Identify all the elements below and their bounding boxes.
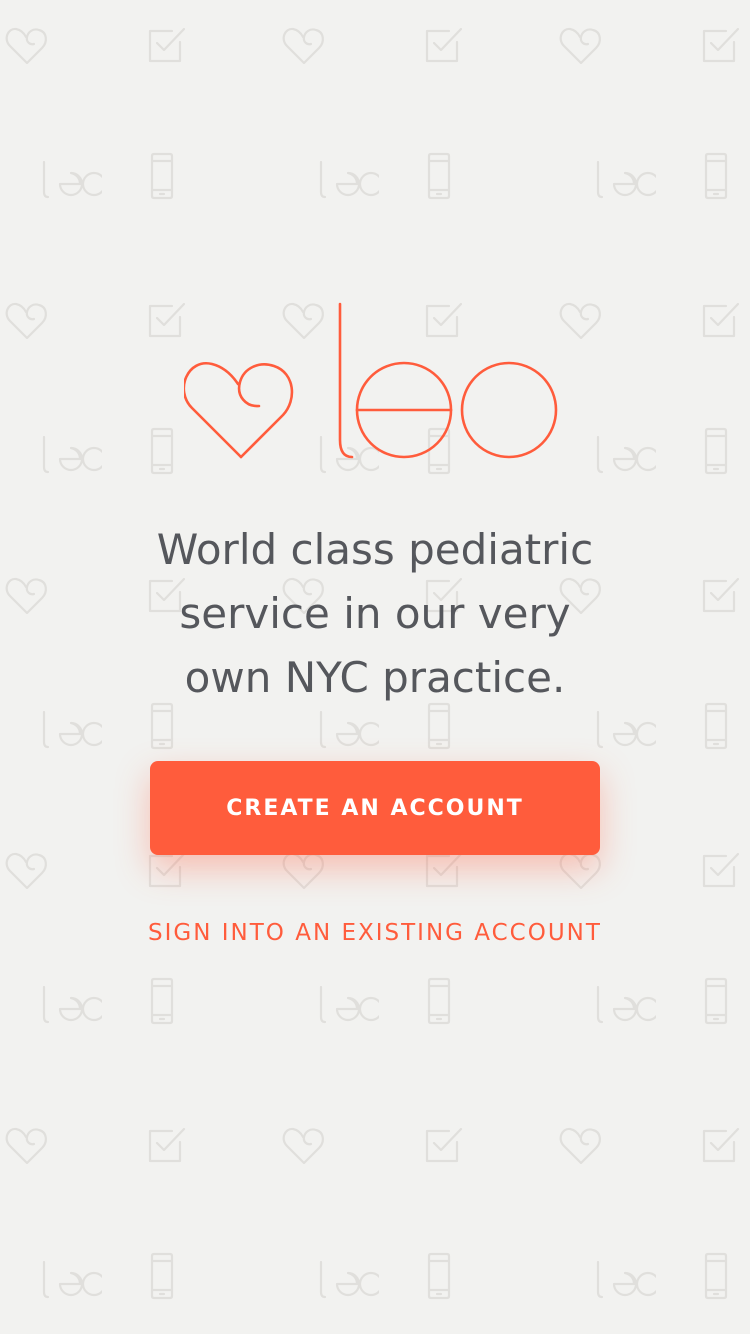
- pattern-phone-icon: [427, 977, 451, 1025]
- sign-in-link[interactable]: SIGN INTO AN EXISTING ACCOUNT: [75, 920, 675, 946]
- logo-wordmark: [338, 302, 558, 459]
- pattern-heart-outline-icon: [5, 577, 47, 615]
- pattern-checkbox-icon: [425, 27, 463, 63]
- pattern-phone-icon: [704, 702, 728, 750]
- pattern-checkbox-icon: [702, 27, 740, 63]
- pattern-heart-outline-icon: [5, 1127, 47, 1165]
- pattern-checkbox-icon: [702, 852, 740, 888]
- pattern-checkbox-icon: [425, 852, 463, 888]
- pattern-leo-wordmark: [596, 435, 656, 474]
- pattern-checkbox-icon: [425, 1127, 463, 1163]
- pattern-leo-wordmark: [319, 1260, 379, 1299]
- pattern-leo-wordmark: [42, 710, 102, 749]
- tagline-line: service in our very: [179, 589, 571, 638]
- pattern-heart-outline-icon: [559, 27, 601, 65]
- pattern-checkbox-icon: [148, 1127, 186, 1163]
- pattern-phone-icon: [150, 977, 174, 1025]
- pattern-leo-wordmark: [596, 1260, 656, 1299]
- tagline-line: World class pediatric: [156, 525, 594, 574]
- pattern-phone-icon: [704, 152, 728, 200]
- create-account-button[interactable]: CREATE AN ACCOUNT: [150, 761, 600, 855]
- leo-logo: [184, 302, 558, 459]
- pattern-checkbox-icon: [702, 302, 740, 338]
- pattern-phone-icon: [704, 427, 728, 475]
- pattern-heart-outline-icon: [282, 1127, 324, 1165]
- pattern-leo-wordmark: [42, 1260, 102, 1299]
- pattern-checkbox-icon: [702, 1127, 740, 1163]
- pattern-checkbox-icon: [148, 852, 186, 888]
- pattern-heart-outline-icon: [559, 852, 601, 890]
- pattern-leo-wordmark: [319, 160, 379, 199]
- pattern-leo-wordmark: [319, 710, 379, 749]
- pattern-leo-wordmark: [42, 160, 102, 199]
- pattern-leo-wordmark: [596, 710, 656, 749]
- pattern-phone-icon: [704, 977, 728, 1025]
- pattern-checkbox-icon: [148, 27, 186, 63]
- pattern-heart-outline-icon: [5, 852, 47, 890]
- tagline-line: own NYC practice.: [184, 653, 566, 702]
- pattern-phone-icon: [427, 1252, 451, 1300]
- pattern-leo-wordmark: [42, 985, 102, 1024]
- pattern-leo-wordmark: [319, 985, 379, 1024]
- pattern-heart-outline-icon: [5, 27, 47, 65]
- pattern-heart-outline-icon: [282, 27, 324, 65]
- pattern-checkbox-icon: [702, 577, 740, 613]
- pattern-phone-icon: [150, 427, 174, 475]
- pattern-leo-wordmark: [596, 160, 656, 199]
- pattern-leo-wordmark: [42, 435, 102, 474]
- logo-heart-icon: [184, 361, 294, 459]
- pattern-phone-icon: [704, 1252, 728, 1300]
- pattern-leo-wordmark: [596, 985, 656, 1024]
- pattern-heart-outline-icon: [559, 1127, 601, 1165]
- pattern-heart-outline-icon: [282, 852, 324, 890]
- pattern-phone-icon: [150, 1252, 174, 1300]
- pattern-heart-outline-icon: [5, 302, 47, 340]
- pattern-phone-icon: [427, 152, 451, 200]
- pattern-phone-icon: [150, 152, 174, 200]
- tagline: World class pediatric service in our ver…: [75, 518, 675, 710]
